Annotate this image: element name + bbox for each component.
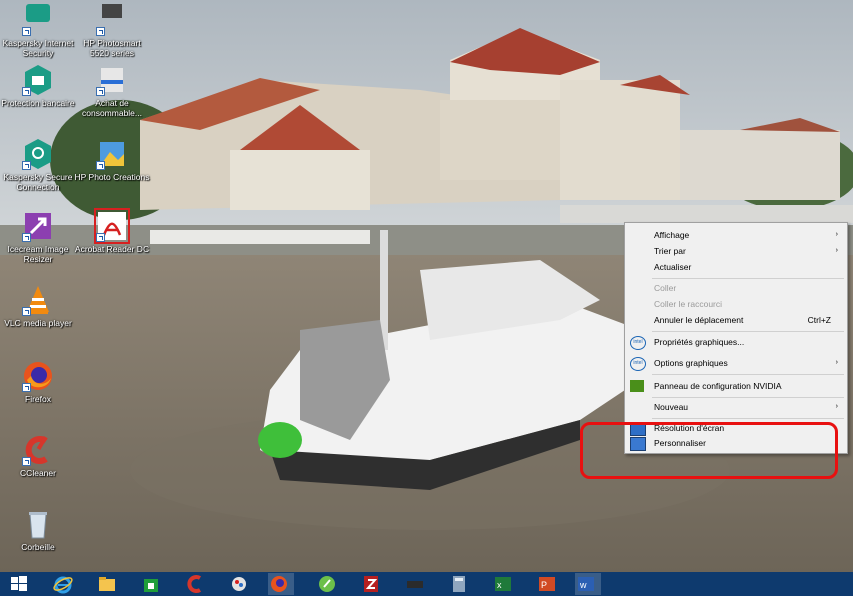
icecream-image-resizer-shortcut[interactable]: Icecream Image Resizer: [0, 210, 76, 264]
green-app-icon[interactable]: [316, 573, 338, 595]
menu-item-actualiser[interactable]: Actualiser: [625, 259, 847, 275]
intel-graphics-icon: intel: [630, 336, 646, 350]
kaspersky-internet-security-shortcut[interactable]: Kaspersky Internet Security: [0, 4, 76, 58]
firefox-icon[interactable]: [268, 573, 294, 595]
ccleaner-shortcut[interactable]: CCleaner: [0, 434, 76, 478]
nvidia-icon: [630, 380, 644, 392]
powerpoint-letter: P: [541, 580, 547, 590]
achat-consommable-shortcut[interactable]: Achat de consommable...: [74, 64, 150, 118]
powerpoint-icon[interactable]: P: [536, 573, 558, 595]
word-icon[interactable]: w: [575, 573, 601, 595]
kaspersky-secure-connection-shortcut[interactable]: Kaspersky Secure Connection: [0, 138, 76, 192]
menu-item-coller[interactable]: Coller: [625, 280, 847, 296]
windows-start-icon[interactable]: [8, 573, 30, 595]
menu-item-nouveau[interactable]: Nouveau ›: [625, 399, 847, 415]
menu-item-options-graphiques[interactable]: intel Options graphiques ›: [625, 355, 847, 371]
submenu-arrow-icon: ›: [835, 231, 838, 238]
icon-label: Kaspersky Internet Security: [2, 38, 74, 58]
submenu-arrow-icon: ›: [835, 359, 838, 366]
hp-printer-icon: [96, 4, 128, 36]
protection-bancaire-shortcut[interactable]: Protection bancaire: [0, 64, 76, 108]
icon-label: CCleaner: [20, 468, 56, 478]
icon-label: Icecream Image Resizer: [7, 244, 69, 264]
intel-graphics-icon: intel: [630, 357, 646, 371]
recycle-bin[interactable]: Corbeille: [0, 508, 76, 552]
hp-supplies-icon: [96, 64, 128, 96]
calculator-icon[interactable]: [448, 573, 470, 595]
kaspersky-internet-security-icon: [22, 4, 54, 36]
vlc-icon: [22, 284, 54, 316]
taskbar: x P w: [0, 572, 853, 596]
hp-photo-creations-shortcut[interactable]: HP Photo Creations: [74, 138, 150, 182]
menu-item-coller-raccourci[interactable]: Coller le raccourci: [625, 296, 847, 312]
desktop[interactable]: Kaspersky Internet Security HP Photosmar…: [0, 0, 853, 596]
icon-label: HP Photo Creations: [74, 172, 150, 182]
dark-device-icon[interactable]: [404, 573, 426, 595]
icon-label: Firefox: [25, 394, 51, 404]
menu-separator: [652, 418, 844, 419]
firefox-shortcut[interactable]: Firefox: [0, 360, 76, 404]
menu-item-proprietes-graphiques[interactable]: intel Propriétés graphiques...: [625, 334, 847, 350]
file-explorer-icon[interactable]: [96, 573, 118, 595]
highlight-annotation: [580, 422, 838, 479]
shortcut-text: Ctrl+Z: [807, 315, 831, 325]
menu-item-panneau-nvidia[interactable]: Panneau de configuration NVIDIA: [625, 378, 847, 394]
excel-letter: x: [497, 580, 502, 590]
menu-separator: [652, 278, 844, 279]
ccleaner-icon[interactable]: [184, 573, 206, 595]
word-letter: w: [579, 580, 587, 590]
paint-icon[interactable]: [228, 573, 250, 595]
firefox-icon: [22, 360, 54, 392]
internet-explorer-icon[interactable]: [52, 573, 74, 595]
menu-separator: [652, 331, 844, 332]
acrobat-reader-icon: [94, 208, 130, 244]
filezilla-icon[interactable]: [360, 573, 382, 595]
icon-label: Protection bancaire: [1, 98, 75, 108]
kaspersky-vpn-icon: [22, 138, 54, 170]
hp-photosmart-shortcut[interactable]: HP Photosmart 5520 series: [74, 4, 150, 58]
submenu-arrow-icon: ›: [835, 247, 838, 254]
excel-icon[interactable]: x: [492, 573, 514, 595]
icon-label: Corbeille: [21, 542, 55, 552]
submenu-arrow-icon: ›: [835, 403, 838, 410]
ccleaner-icon: [22, 434, 54, 466]
acrobat-reader-shortcut[interactable]: Acrobat Reader DC: [74, 208, 150, 254]
vlc-shortcut[interactable]: VLC media player: [0, 284, 76, 328]
menu-separator: [652, 397, 844, 398]
menu-item-trier-par[interactable]: Trier par ›: [625, 243, 847, 259]
menu-item-annuler-deplacement[interactable]: Annuler le déplacement Ctrl+Z: [625, 312, 847, 328]
menu-item-affichage[interactable]: Affichage ›: [625, 227, 847, 243]
icon-label: Kaspersky Secure Connection: [3, 172, 73, 192]
desktop-context-menu: Affichage › Trier par › Actualiser Colle…: [624, 222, 848, 454]
hp-photo-creations-icon: [96, 138, 128, 170]
kaspersky-safe-money-icon: [22, 64, 54, 96]
icecream-resizer-icon: [22, 210, 54, 242]
icon-label: Acrobat Reader DC: [74, 244, 150, 254]
icon-label: Achat de consommable...: [82, 98, 142, 118]
store-icon[interactable]: [140, 573, 162, 595]
recycle-bin-icon: [22, 508, 54, 540]
menu-separator: [652, 374, 844, 375]
icon-label: VLC media player: [4, 318, 72, 328]
icon-label: HP Photosmart 5520 series: [83, 38, 141, 58]
